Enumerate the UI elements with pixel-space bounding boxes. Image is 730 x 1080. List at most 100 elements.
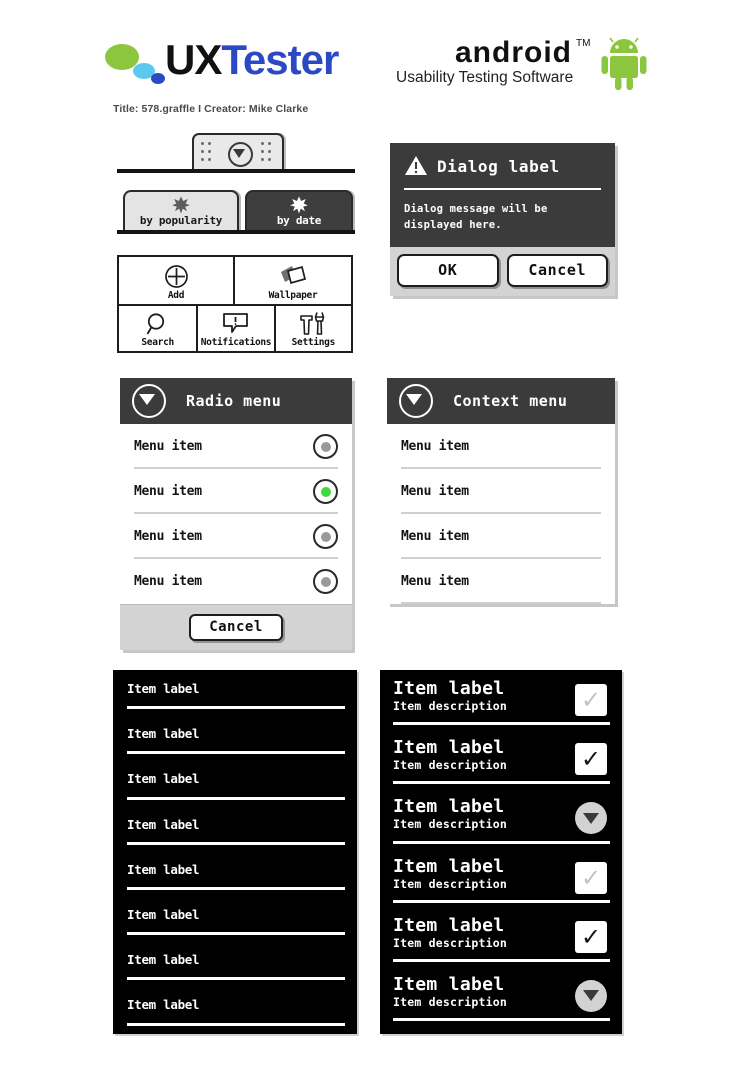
list-item[interactable]: Item label (114, 716, 356, 761)
check-icon: ✓ (580, 745, 602, 774)
radio-menu-item-label: Menu item (134, 484, 202, 499)
circle-chevron-down-icon[interactable] (399, 384, 433, 418)
list-item-label: Item label (127, 861, 200, 877)
trademark-symbol: TM (576, 38, 591, 49)
dialog-body: Dialog label Dialog message will be disp… (390, 143, 615, 247)
list-item[interactable]: Item label (114, 761, 356, 806)
list-item[interactable]: Item label Item description ✓ (381, 908, 621, 967)
plus-circle-icon (164, 263, 189, 290)
dialog-cancel-button[interactable]: Cancel (506, 254, 608, 287)
row-divider (393, 722, 610, 726)
row-divider (127, 977, 345, 981)
options-menu-row-2: Search Notifications Settings (119, 305, 351, 351)
row-divider (393, 958, 610, 962)
search-icon (146, 310, 170, 337)
checkbox-light[interactable]: ✓ (575, 684, 607, 716)
android-wordmark: android (455, 36, 572, 69)
option-wallpaper-label: Wallpaper (268, 289, 318, 301)
circle-chevron-down-icon[interactable] (575, 979, 607, 1012)
row-divider (401, 602, 601, 604)
android-robot-icon (601, 37, 647, 90)
tab-bar: by popularity by date (117, 190, 355, 234)
tab-by-popularity[interactable]: by popularity (123, 190, 239, 232)
handle-dots-left-icon (201, 142, 215, 163)
option-add[interactable]: Add (119, 257, 235, 304)
simple-list-panel: Item label Item label Item label Item la… (113, 670, 357, 1034)
radio-menu-cancel-button[interactable]: Cancel (189, 614, 283, 641)
radio-menu-item[interactable]: Menu item (120, 514, 352, 559)
notification-bubble-icon (222, 310, 249, 337)
row-divider (393, 899, 610, 903)
list-item[interactable]: Item label Item description ✓ (381, 849, 621, 908)
list-item[interactable]: Item label (114, 942, 356, 987)
list-item-label: Item label (127, 906, 200, 922)
radio-button[interactable] (313, 434, 338, 459)
uxtester-logo: UXTester (105, 36, 375, 92)
context-menu-item-label: Menu item (401, 574, 469, 589)
tools-icon (299, 310, 327, 337)
row-divider (127, 706, 345, 710)
android-subtitle: Usability Testing Software (396, 69, 574, 86)
checkbox-light[interactable]: ✓ (575, 861, 607, 894)
logo-ux-text: UX (165, 36, 222, 83)
context-menu-item[interactable]: Menu item (387, 469, 615, 514)
list-item-label: Item label (127, 816, 200, 832)
circle-chevron-down-icon[interactable] (575, 802, 607, 835)
row-divider (393, 1018, 610, 1022)
check-icon: ✓ (580, 922, 602, 951)
context-menu-item[interactable]: Menu item (387, 514, 615, 559)
radio-button[interactable] (313, 524, 338, 549)
tab-by-popularity-label: by popularity (139, 214, 223, 227)
list-item[interactable]: Item label Item description ✓ (381, 671, 621, 730)
radio-menu-title: Radio menu (186, 392, 282, 410)
detail-list-panel: Item label Item description ✓ Item label… (380, 670, 622, 1034)
option-search[interactable]: Search (119, 306, 196, 351)
checkbox-dark[interactable]: ✓ (575, 920, 607, 953)
circle-chevron-down-icon[interactable] (132, 384, 166, 418)
list-item[interactable]: Item label Item description (381, 967, 621, 1026)
list-item-label: Item label (127, 997, 200, 1013)
radio-button-selected[interactable] (313, 479, 338, 504)
logo-dot-navy (151, 73, 165, 84)
row-divider (127, 932, 345, 936)
options-menu-row-1: Add Wallpaper (119, 257, 351, 306)
list-item[interactable]: Item label (114, 671, 356, 716)
list-item[interactable]: Item label Item description ✓ (381, 730, 621, 789)
radio-button[interactable] (313, 569, 338, 594)
android-branding: android TM Usability Testing Software (395, 36, 655, 96)
drag-handle[interactable] (192, 133, 284, 171)
list-item[interactable]: Item label (114, 987, 356, 1032)
list-item[interactable]: Item label Item description (381, 789, 621, 848)
list-item[interactable]: Item label (114, 852, 356, 897)
page-header: UXTester Title: 578.graffle I Creator: M… (0, 0, 730, 120)
option-notifications[interactable]: Notifications (196, 305, 273, 351)
list-item[interactable]: Item label (114, 897, 356, 942)
context-menu-item[interactable]: Menu item (387, 424, 615, 469)
circle-chevron-down-icon[interactable] (228, 142, 253, 167)
star-icon (290, 196, 308, 214)
context-menu-item[interactable]: Menu item (387, 559, 615, 604)
wallpaper-icon (278, 263, 308, 290)
row-divider (127, 796, 345, 800)
tab-by-date[interactable]: by date (245, 190, 353, 232)
radio-menu-footer: Cancel (120, 604, 352, 650)
dialog-divider (404, 188, 601, 190)
options-menu: Add Wallpaper Search Notifications Setti… (117, 255, 353, 353)
row-divider (393, 840, 610, 844)
list-item[interactable]: Item label (114, 807, 356, 852)
radio-menu-item[interactable]: Menu item (120, 469, 352, 514)
radio-menu-item[interactable]: Menu item (120, 424, 352, 469)
option-settings[interactable]: Settings (273, 305, 351, 351)
context-menu-header: Context menu (387, 378, 615, 424)
document-meta: Title: 578.graffle I Creator: Mike Clark… (113, 103, 309, 115)
radio-menu-item[interactable]: Menu item (120, 559, 352, 604)
context-menu-item-label: Menu item (401, 529, 469, 544)
option-wallpaper[interactable]: Wallpaper (235, 257, 351, 304)
context-menu-panel: Context menu Menu item Menu item Menu it… (387, 378, 615, 604)
drag-handle-group (117, 133, 355, 175)
dialog-title: Dialog label (437, 156, 560, 176)
dialog-ok-button[interactable]: OK (397, 254, 499, 287)
checkbox-dark[interactable]: ✓ (575, 743, 607, 776)
dialog-button-bar: OK Cancel (390, 247, 615, 296)
row-divider (127, 1022, 345, 1026)
